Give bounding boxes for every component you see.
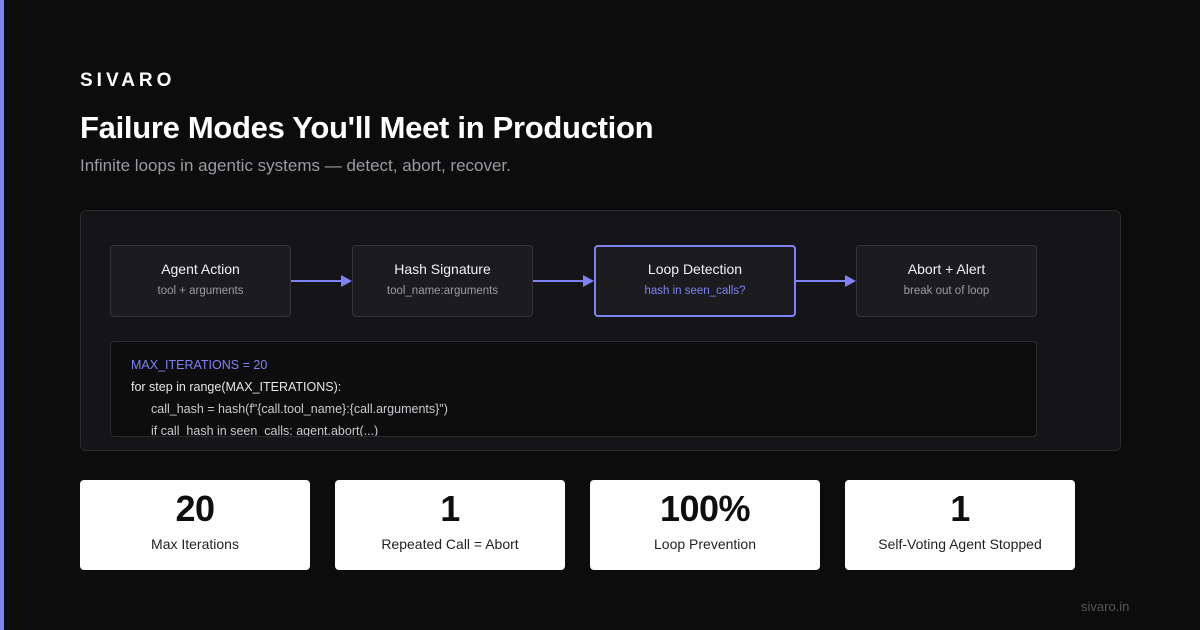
stat-label: Max Iterations	[151, 536, 239, 552]
arrow-head	[341, 275, 352, 287]
stat-label: Self-Voting Agent Stopped	[878, 536, 1042, 552]
flow-node-title: Abort + Alert	[907, 261, 986, 277]
stat-card-loop-prevention: 100% Loop Prevention	[590, 480, 820, 570]
flow-node-subtitle: tool + arguments	[157, 285, 244, 297]
code-line: if call_hash in seen_calls: agent.abort(…	[151, 424, 379, 437]
flow-node-subtitle: hash in seen_calls?	[644, 285, 746, 297]
arrow-head	[845, 275, 856, 287]
stat-card-repeated-call: 1 Repeated Call = Abort	[335, 480, 565, 570]
code-line: for step in range(MAX_ITERATIONS):	[131, 380, 342, 394]
stat-label: Loop Prevention	[654, 536, 756, 552]
stat-card-max-iterations: 20 Max Iterations	[80, 480, 310, 570]
flow-node-abort-alert: Abort + Alert break out of loop	[856, 245, 1037, 317]
code-snippet: MAX_ITERATIONS = 20 for step in range(MA…	[110, 341, 1037, 437]
flow-node-loop-detection: Loop Detection hash in seen_calls?	[594, 245, 796, 317]
flow-node-title: Loop Detection	[647, 261, 743, 277]
flow-panel: Agent Action tool + arguments Hash Signa…	[80, 210, 1121, 451]
flow-node-subtitle: break out of loop	[903, 285, 990, 297]
page-subtitle: Infinite loops in agentic systems — dete…	[80, 156, 511, 175]
code-line: call_hash = hash(f"{call.tool_name}:{cal…	[151, 402, 448, 416]
brand-logo: SIVARO	[80, 70, 176, 91]
stat-value: 1	[440, 488, 460, 529]
flow-node-subtitle: tool_name:arguments	[386, 285, 499, 297]
flow-node-title: Hash Signature	[394, 261, 491, 277]
flow-node-title: Agent Action	[161, 261, 240, 277]
stat-label: Repeated Call = Abort	[381, 536, 519, 552]
footer-url: sivaro.in	[1081, 599, 1130, 614]
stat-value: 100%	[659, 488, 751, 529]
flow-node-agent-action: Agent Action tool + arguments	[110, 245, 291, 317]
stat-card-self-voting: 1 Self-Voting Agent Stopped	[845, 480, 1075, 570]
arrow-head	[583, 275, 594, 287]
accent-bar	[0, 0, 4, 630]
flow-node-hash-signature: Hash Signature tool_name:arguments	[352, 245, 533, 317]
stat-value: 20	[175, 488, 215, 529]
stat-value: 1	[950, 488, 970, 529]
page-title: Failure Modes You'll Meet in Production	[80, 110, 654, 145]
code-line: MAX_ITERATIONS = 20	[131, 358, 268, 372]
